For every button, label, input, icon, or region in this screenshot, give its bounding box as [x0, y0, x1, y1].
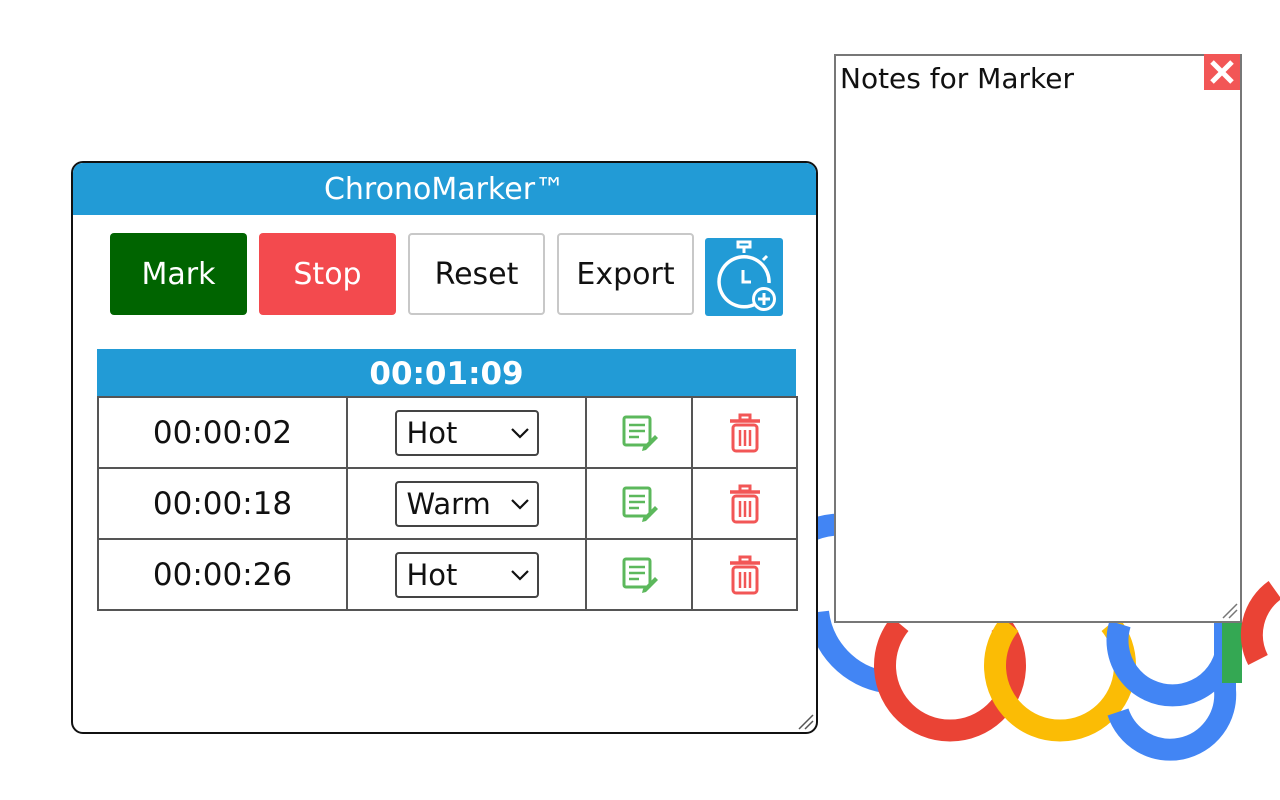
mark-tag-value: Hot — [406, 415, 458, 450]
mark-row: 00:00:02 Hot — [97, 396, 798, 469]
mark-tag-value: Warm — [406, 486, 491, 521]
mark-delete-cell — [691, 538, 798, 611]
mark-tag-cell: Hot — [346, 538, 587, 611]
chevron-down-icon — [510, 498, 529, 510]
edit-note-icon[interactable] — [619, 413, 659, 453]
mark-row: 00:00:18 Warm — [97, 467, 798, 540]
mark-tag-select[interactable]: Warm — [394, 480, 539, 527]
mark-tag-cell: Warm — [346, 467, 587, 540]
mark-time: 00:00:26 — [97, 538, 348, 611]
chevron-down-icon — [510, 427, 529, 439]
mark-tag-select[interactable]: Hot — [394, 551, 539, 598]
trash-icon[interactable] — [727, 555, 763, 595]
marks-table: 00:00:02 Hot 00:00:18 Warm 00:00:26 Hot — [97, 396, 798, 611]
mark-button[interactable]: Mark — [110, 233, 247, 315]
chevron-down-icon — [510, 569, 529, 581]
mark-tag-value: Hot — [406, 557, 458, 592]
mark-time: 00:00:18 — [97, 467, 348, 540]
notes-resize-grip[interactable] — [1220, 601, 1238, 619]
edit-note-icon[interactable] — [619, 484, 659, 524]
export-button[interactable]: Export — [557, 233, 694, 315]
mark-row: 00:00:26 Hot — [97, 538, 798, 611]
notes-textarea[interactable]: Notes for Marker — [840, 62, 1200, 601]
stop-button[interactable]: Stop — [259, 233, 396, 315]
mark-delete-cell — [691, 467, 798, 540]
notes-close-button[interactable] — [1204, 54, 1240, 90]
resize-grip[interactable] — [796, 712, 814, 730]
mark-edit-cell — [585, 538, 693, 611]
stopwatch-plus-icon — [717, 240, 776, 311]
mark-tag-select[interactable]: Hot — [394, 409, 539, 456]
mark-time: 00:00:02 — [97, 396, 348, 469]
close-icon — [1210, 60, 1234, 84]
mark-tag-cell: Hot — [346, 396, 587, 469]
mark-edit-cell — [585, 467, 693, 540]
elapsed-timer: 00:01:09 — [97, 349, 796, 397]
notes-panel: Notes for Marker — [834, 54, 1242, 623]
trash-icon[interactable] — [727, 413, 763, 453]
panel-title: ChronoMarker™ — [73, 163, 816, 215]
mark-delete-cell — [691, 396, 798, 469]
reset-button[interactable]: Reset — [408, 233, 545, 315]
add-timer-button[interactable] — [705, 238, 783, 316]
mark-edit-cell — [585, 396, 693, 469]
trash-icon[interactable] — [727, 484, 763, 524]
chronomarker-panel: ChronoMarker™ Mark Stop Reset Export 00:… — [71, 161, 818, 734]
edit-note-icon[interactable] — [619, 555, 659, 595]
